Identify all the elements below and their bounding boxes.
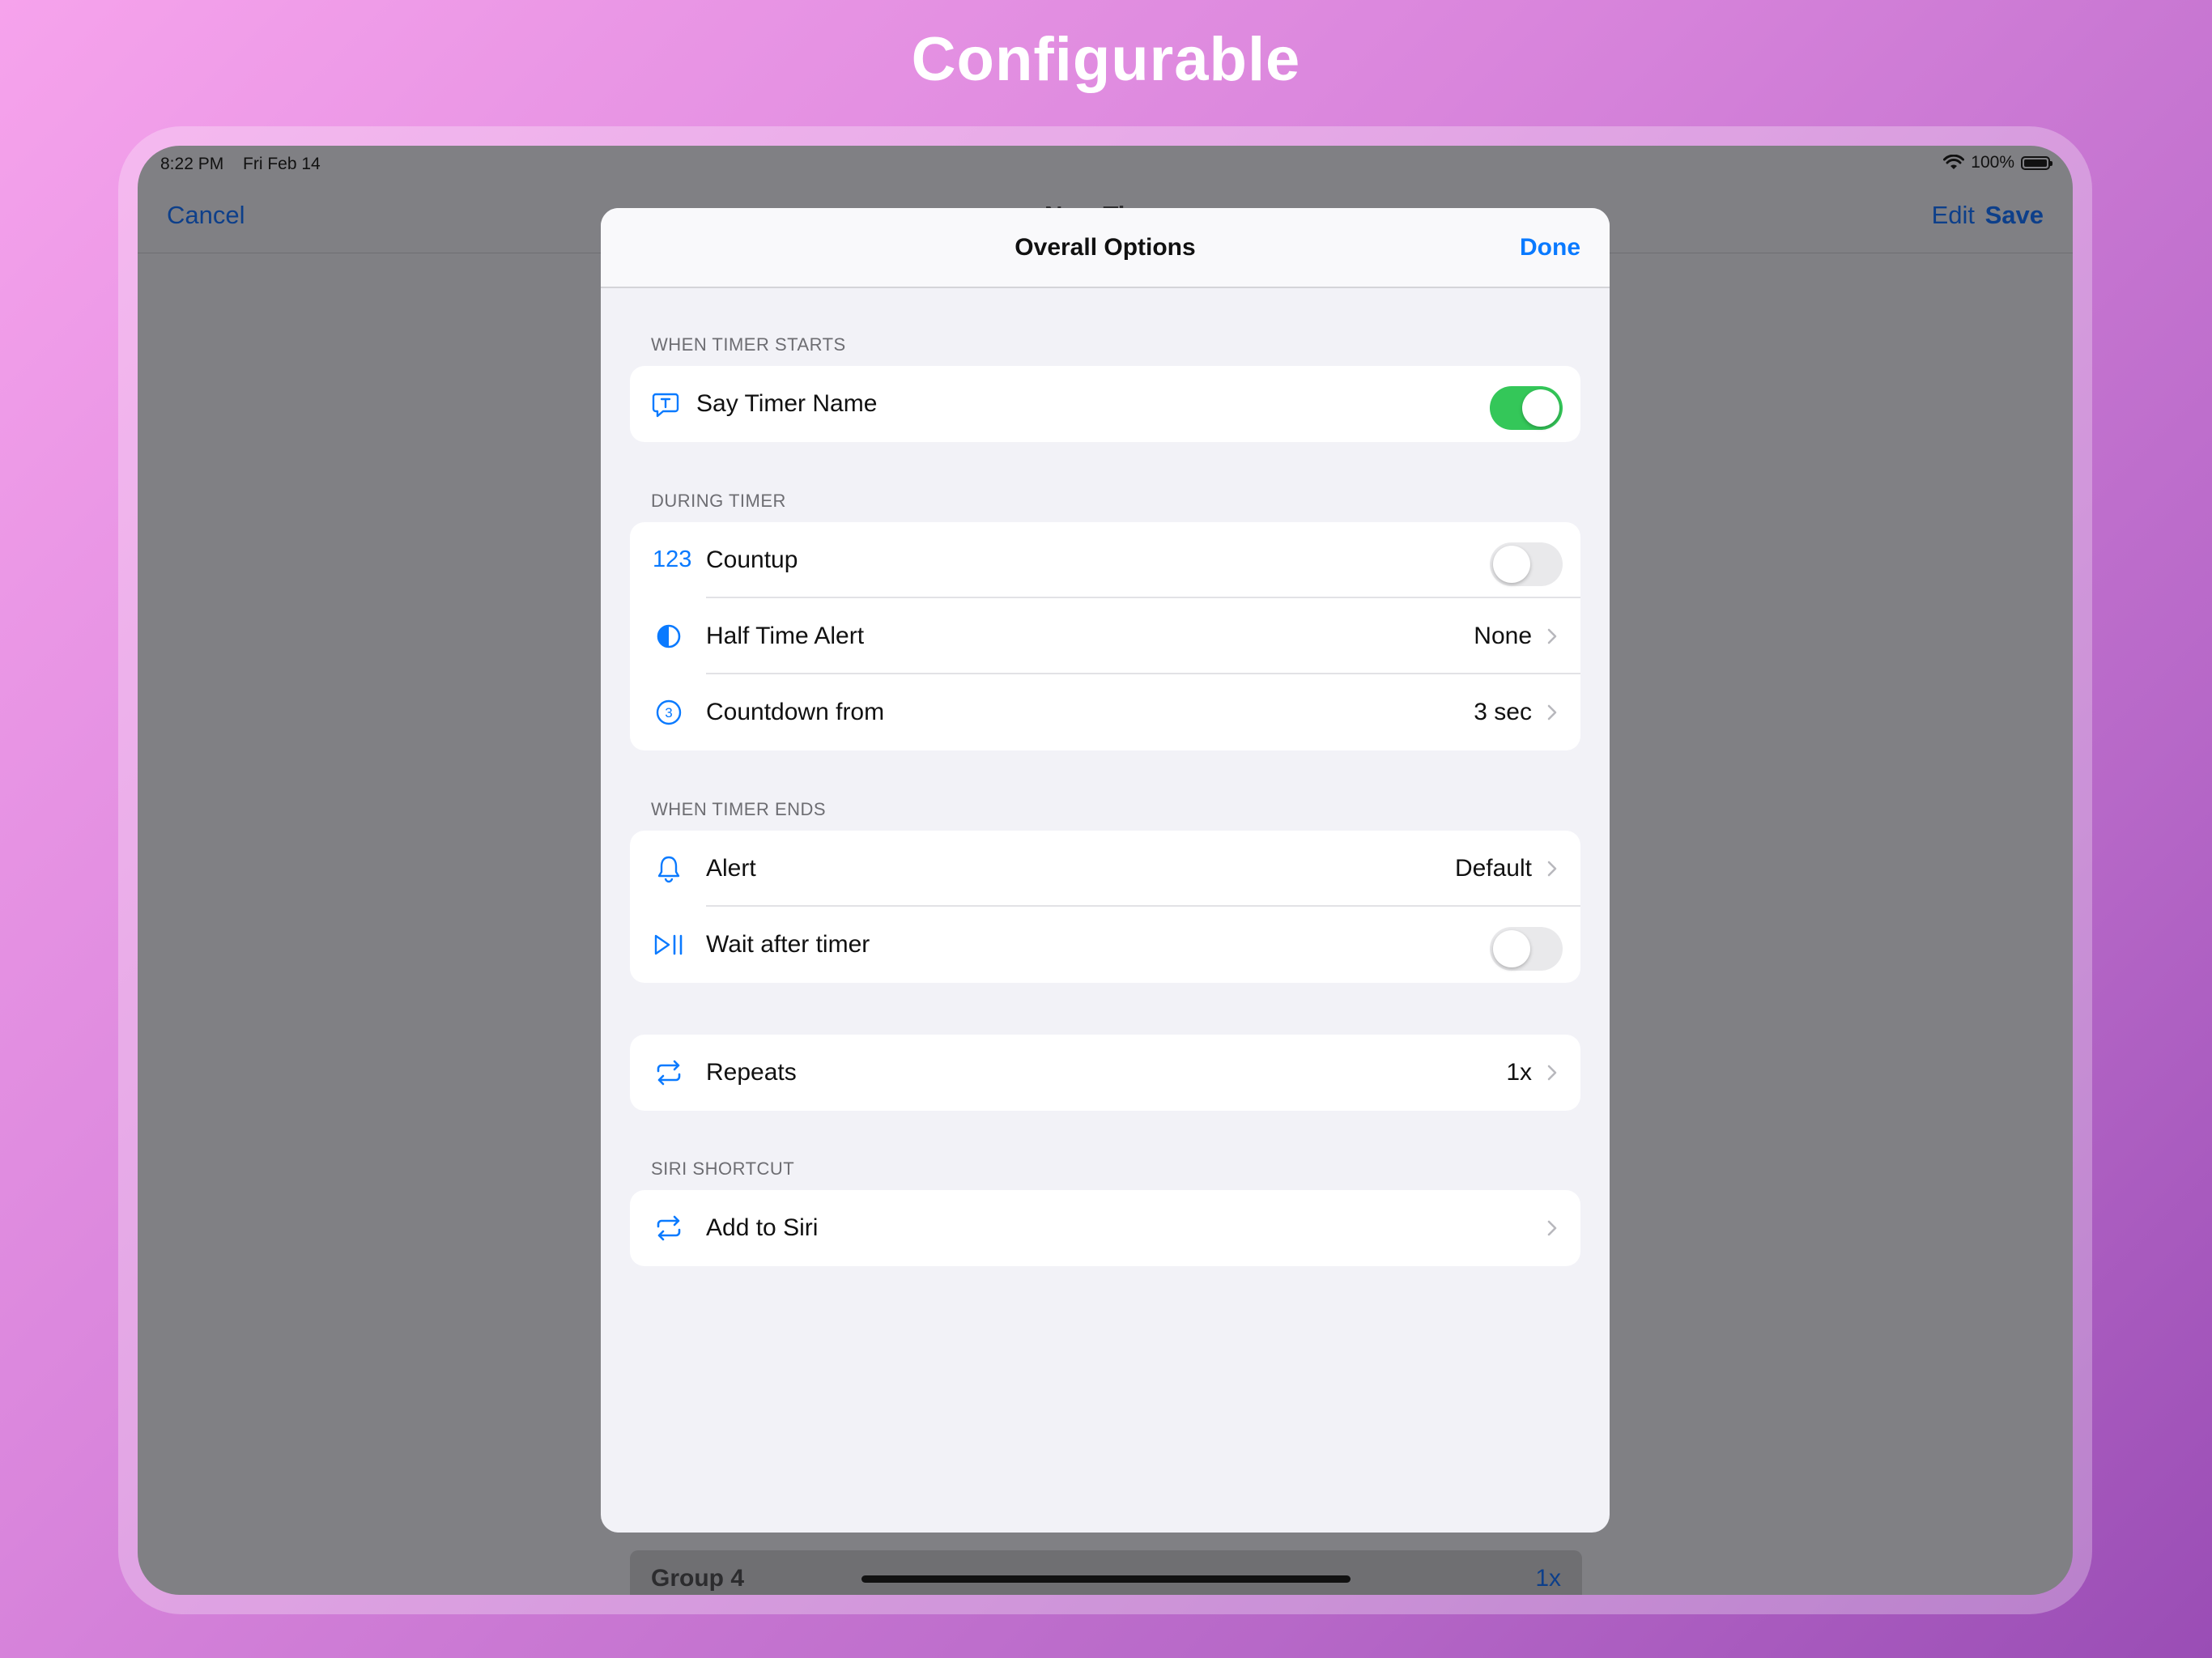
chevron-right-icon: [1547, 1220, 1557, 1236]
alert-value: Default: [1454, 855, 1532, 882]
wifi-icon: [1943, 155, 1965, 169]
chevron-right-icon: [1547, 628, 1557, 644]
half-time-alert-label: Half Time Alert: [706, 623, 865, 649]
alert-row[interactable]: Alert Default: [630, 831, 1580, 907]
group-repeat-value: 1x: [1535, 1565, 1561, 1592]
countup-label: Countup: [706, 546, 798, 573]
section-header-during: DURING TIMER: [651, 491, 786, 511]
status-date: Fri Feb 14: [243, 155, 321, 173]
chevron-right-icon: [1547, 704, 1557, 721]
repeat-icon: [653, 1056, 685, 1089]
half-time-alert-value: None: [1474, 623, 1532, 649]
group-repeats: Repeats 1x: [630, 1035, 1580, 1111]
play-pause-icon: [653, 929, 685, 961]
battery-icon: [2021, 155, 2052, 170]
home-indicator[interactable]: [861, 1575, 1351, 1583]
bell-icon: [653, 852, 685, 885]
section-header-ends: WHEN TIMER ENDS: [651, 799, 827, 819]
say-timer-name-toggle[interactable]: [1490, 386, 1563, 430]
cancel-button[interactable]: Cancel: [167, 201, 245, 230]
chevron-right-icon: [1547, 861, 1557, 877]
repeats-label: Repeats: [706, 1059, 797, 1086]
svg-text:3: 3: [665, 705, 672, 721]
battery-percent: 100%: [1971, 153, 2014, 172]
edit-button[interactable]: Edit: [1932, 201, 1975, 230]
add-to-siri-row[interactable]: Add to Siri: [630, 1190, 1580, 1266]
headline: Configurable: [911, 25, 1301, 94]
wait-after-timer-label: Wait after timer: [706, 931, 870, 958]
group-title: Group 4: [651, 1565, 745, 1592]
group-siri: Add to Siri: [630, 1190, 1580, 1266]
countup-row[interactable]: 123 Countup: [630, 522, 1580, 598]
countup-123-icon: 123: [653, 546, 692, 572]
repeats-value: 1x: [1506, 1059, 1532, 1086]
countup-toggle[interactable]: [1490, 542, 1563, 586]
speech-bubble-icon: [649, 388, 682, 420]
group-ends: Alert Default Wait after timer: [630, 831, 1580, 983]
sheet-title: Overall Options: [1015, 234, 1196, 261]
repeats-row[interactable]: Repeats 1x: [630, 1035, 1580, 1111]
status-time: 8:22 PM: [160, 155, 224, 173]
done-button[interactable]: Done: [1520, 234, 1580, 261]
sheet-header: Overall Options Done: [601, 208, 1610, 288]
chevron-right-icon: [1547, 1065, 1557, 1081]
half-circle-icon: [653, 620, 685, 653]
say-timer-name-row[interactable]: Say Timer Name: [630, 366, 1580, 442]
section-header-start: WHEN TIMER STARTS: [651, 334, 846, 355]
repeat-icon: [653, 1212, 685, 1244]
add-to-siri-label: Add to Siri: [706, 1214, 819, 1241]
group-during: 123 Countup Half Time Alert None 3 Count…: [630, 522, 1580, 750]
wait-after-timer-row[interactable]: Wait after timer: [630, 907, 1580, 983]
circled-3-icon: 3: [653, 696, 685, 729]
group-start: Say Timer Name: [630, 366, 1580, 442]
half-time-alert-row[interactable]: Half Time Alert None: [630, 598, 1580, 674]
countdown-from-label: Countdown from: [706, 699, 885, 725]
save-button[interactable]: Save: [1985, 201, 2044, 230]
section-header-siri: SIRI SHORTCUT: [651, 1158, 795, 1179]
say-timer-name-label: Say Timer Name: [696, 390, 878, 417]
countdown-from-value: 3 sec: [1474, 699, 1532, 725]
background-group-row: Group 4 1x: [630, 1550, 1582, 1595]
alert-label: Alert: [706, 855, 756, 882]
status-right: 100%: [1943, 153, 2052, 172]
overall-options-sheet: Overall Options Done WHEN TIMER STARTS S…: [601, 208, 1610, 1533]
wait-after-timer-toggle[interactable]: [1490, 927, 1563, 971]
countdown-from-row[interactable]: 3 Countdown from 3 sec: [630, 674, 1580, 750]
status-bar: 8:22 PM Fri Feb 14 100%: [138, 146, 2073, 181]
